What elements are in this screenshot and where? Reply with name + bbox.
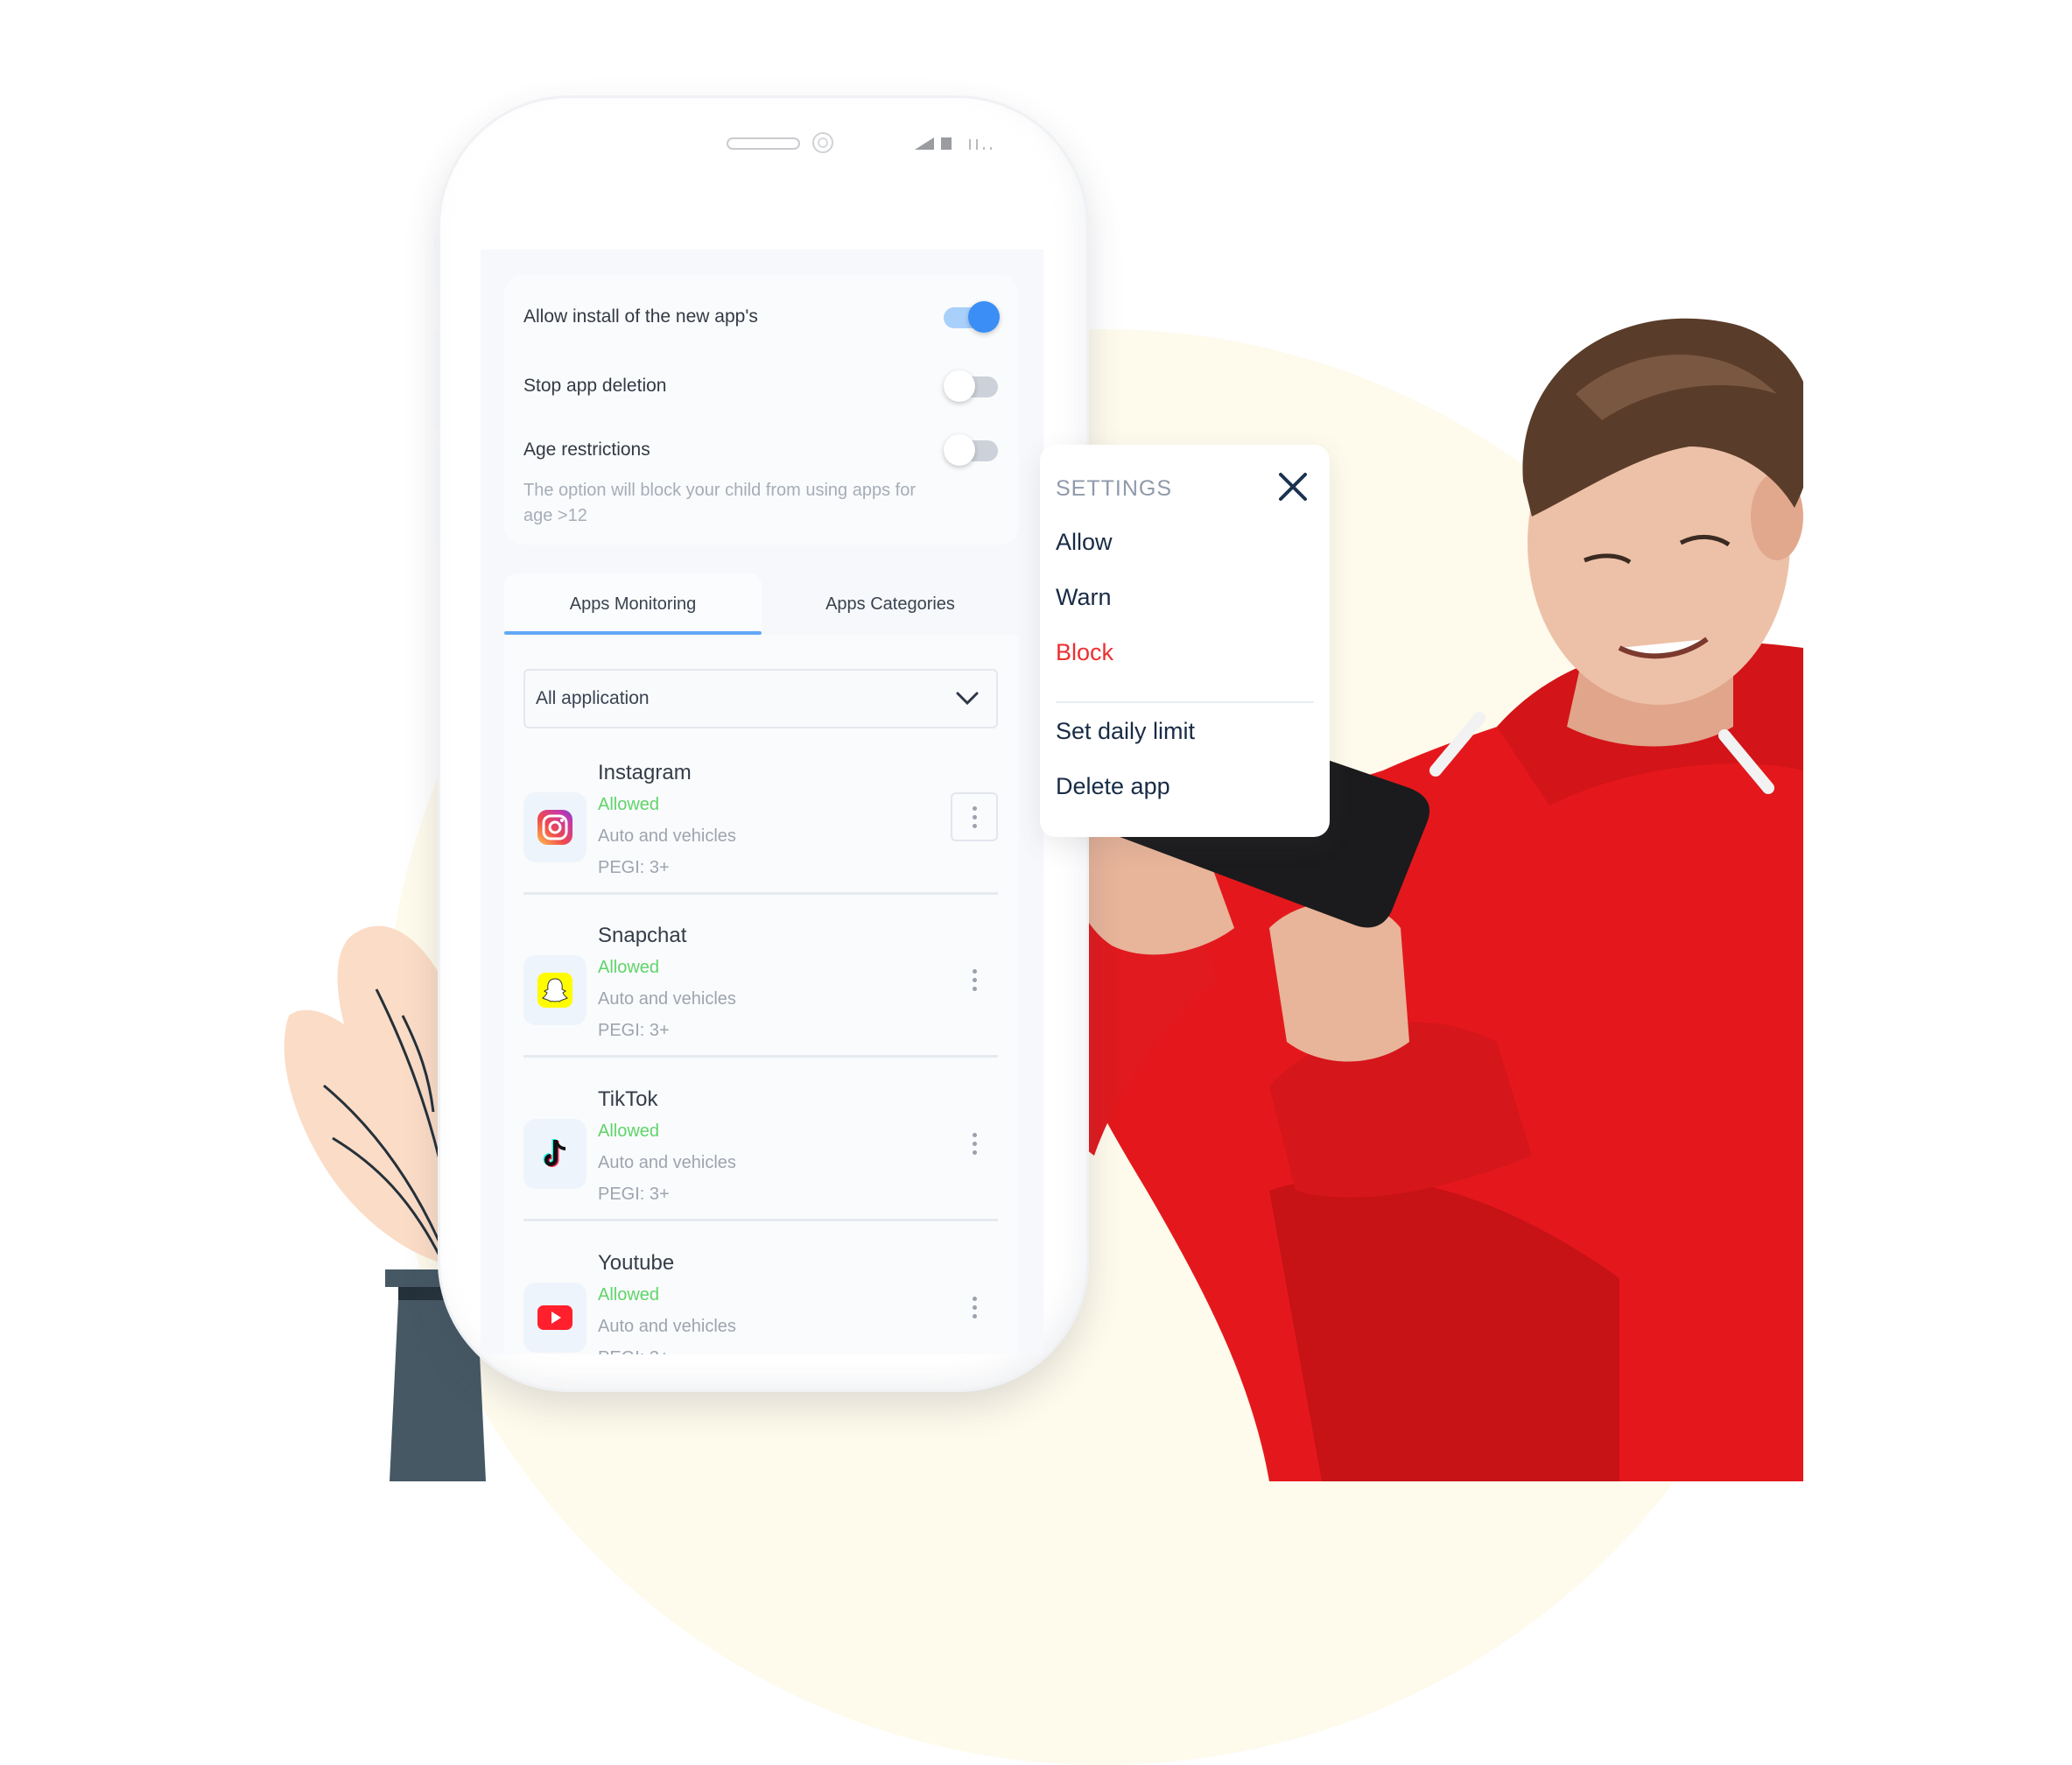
kebab-dot bbox=[972, 1296, 977, 1301]
setting-label: Age restrictions bbox=[523, 439, 650, 460]
app-status: Allowed bbox=[598, 958, 660, 977]
more-options-button[interactable] bbox=[951, 955, 998, 1004]
app-name: Snapchat bbox=[598, 924, 687, 947]
app-info: Youtube Allowed Auto and vehicles PEGI: … bbox=[598, 1242, 736, 1354]
phone-camera bbox=[812, 132, 833, 153]
chevron-down-icon bbox=[956, 692, 979, 706]
app-name: Instagram bbox=[598, 761, 692, 784]
app-pegi-rating: PEGI: 3+ bbox=[598, 1185, 670, 1204]
menu-item-allow[interactable]: Allow bbox=[1056, 529, 1113, 556]
app-name: TikTok bbox=[598, 1087, 658, 1111]
tab-apps-monitoring[interactable]: Apps Monitoring bbox=[504, 573, 762, 635]
background-right-edge bbox=[1802, 0, 2072, 1481]
app-screen: Allow install of the new app's Stop app … bbox=[481, 250, 1043, 1354]
popup-divider bbox=[1056, 701, 1314, 703]
status-bar bbox=[915, 134, 992, 150]
kebab-dot bbox=[972, 1141, 977, 1146]
app-name: Youtube bbox=[598, 1251, 675, 1275]
apps-list-panel: All application Instagram Allowed Auto a… bbox=[504, 635, 1019, 1354]
app-list-item[interactable]: Youtube Allowed Auto and vehicles PEGI: … bbox=[523, 1242, 998, 1354]
app-status: Allowed bbox=[598, 1285, 660, 1304]
phone-mockup: Apps Monitoring Allow install of the new… bbox=[434, 95, 1089, 1392]
kebab-dot bbox=[972, 1304, 977, 1310]
allow-install-toggle[interactable] bbox=[944, 301, 1000, 333]
app-icon-container bbox=[523, 792, 586, 862]
app-info: TikTok Allowed Auto and vehicles PEGI: 3… bbox=[598, 1079, 736, 1210]
hand-right bbox=[1269, 902, 1409, 1062]
more-options-button[interactable] bbox=[951, 1283, 998, 1332]
setting-stop-deletion: Stop app deletion bbox=[523, 370, 1000, 405]
kebab-dot bbox=[972, 823, 977, 828]
phone-volume-down bbox=[434, 446, 439, 542]
setting-age-restrictions: Age restrictions The option will block y… bbox=[523, 434, 1000, 529]
stop-deletion-toggle[interactable] bbox=[944, 370, 1000, 402]
popup-title: SETTINGS bbox=[1056, 476, 1173, 501]
app-pegi-rating: PEGI: 3+ bbox=[598, 1021, 670, 1040]
setting-description: The option will block your child from us… bbox=[523, 481, 916, 525]
instagram-icon bbox=[537, 810, 572, 845]
kebab-dot bbox=[972, 968, 977, 974]
app-settings-popup: SETTINGS Allow Warn Block Set daily limi… bbox=[1040, 445, 1330, 837]
more-options-button[interactable] bbox=[951, 792, 998, 841]
menu-item-warn[interactable]: Warn bbox=[1056, 584, 1112, 611]
kebab-dot bbox=[972, 986, 977, 991]
setting-label: Stop app deletion bbox=[523, 376, 667, 396]
menu-item-delete-app[interactable]: Delete app bbox=[1056, 773, 1170, 800]
menu-item-block[interactable]: Block bbox=[1056, 639, 1113, 666]
app-icon-container bbox=[523, 1119, 586, 1189]
snapchat-icon bbox=[537, 973, 572, 1008]
age-restrictions-toggle[interactable] bbox=[944, 434, 1000, 466]
kebab-dot bbox=[972, 814, 977, 819]
app-info: Snapchat Allowed Auto and vehicles PEGI:… bbox=[598, 915, 736, 1046]
app-icon-container bbox=[523, 1283, 586, 1353]
app-pegi-rating: PEGI: 3+ bbox=[598, 1342, 736, 1354]
application-filter-dropdown[interactable]: All application bbox=[523, 669, 998, 728]
tab-apps-categories[interactable]: Apps Categories bbox=[762, 573, 1019, 635]
kebab-dot bbox=[972, 1132, 977, 1137]
kebab-dot bbox=[972, 1313, 977, 1318]
app-category: Auto and vehicles bbox=[598, 1153, 736, 1172]
signal-icon bbox=[915, 137, 934, 150]
tiktok-icon bbox=[543, 1139, 565, 1167]
app-status: Allowed bbox=[598, 1122, 660, 1141]
app-category: Auto and vehicles bbox=[598, 1317, 736, 1336]
phone-speaker bbox=[727, 137, 800, 150]
app-icon-container bbox=[523, 955, 586, 1025]
phone-volume-up bbox=[434, 332, 439, 428]
cellular-bars-icon bbox=[969, 139, 992, 150]
app-status: Allowed bbox=[598, 795, 660, 814]
close-button[interactable] bbox=[1277, 471, 1309, 503]
app-list-item[interactable]: Instagram Allowed Auto and vehicles PEGI… bbox=[523, 752, 998, 895]
app-category: Auto and vehicles bbox=[598, 989, 736, 1009]
settings-card: Allow install of the new app's Stop app … bbox=[504, 275, 1019, 545]
kebab-dot bbox=[972, 977, 977, 982]
app-list-item[interactable]: Snapchat Allowed Auto and vehicles PEGI:… bbox=[523, 915, 998, 1058]
setting-label: Allow install of the new app's bbox=[523, 306, 758, 327]
kebab-dot bbox=[972, 1150, 977, 1155]
kebab-dot bbox=[972, 805, 977, 811]
app-list-item[interactable]: TikTok Allowed Auto and vehicles PEGI: 3… bbox=[523, 1079, 998, 1221]
youtube-icon bbox=[537, 1305, 572, 1330]
menu-item-set-daily-limit[interactable]: Set daily limit bbox=[1056, 718, 1195, 745]
setting-allow-install: Allow install of the new app's bbox=[523, 301, 1000, 336]
tab-bar: Apps Monitoring Apps Categories bbox=[504, 573, 1019, 635]
more-options-button[interactable] bbox=[951, 1119, 998, 1168]
app-info: Instagram Allowed Auto and vehicles PEGI… bbox=[598, 752, 736, 883]
close-icon bbox=[1279, 473, 1307, 501]
app-pegi-rating: PEGI: 3+ bbox=[598, 858, 670, 877]
app-category: Auto and vehicles bbox=[598, 826, 736, 846]
dropdown-value: All application bbox=[536, 688, 650, 708]
battery-icon bbox=[941, 137, 952, 150]
